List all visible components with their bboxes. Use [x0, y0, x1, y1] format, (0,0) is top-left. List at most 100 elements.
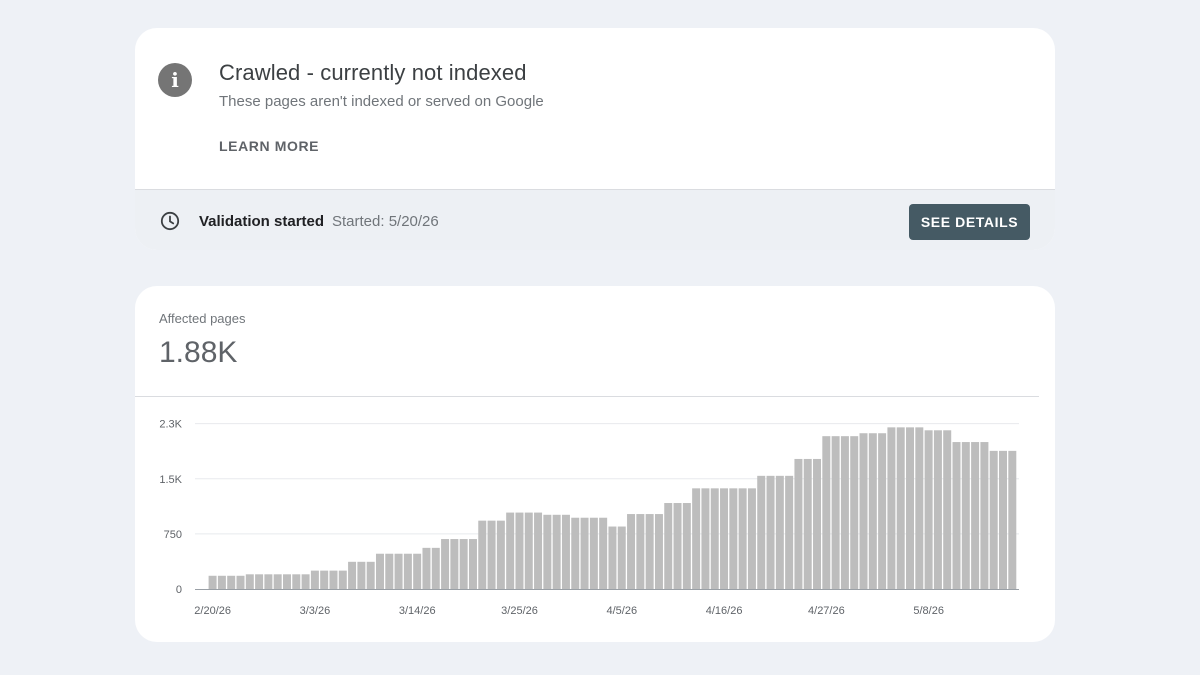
bar[interactable]	[431, 547, 440, 589]
bar[interactable]	[989, 450, 998, 589]
bar[interactable]	[813, 458, 822, 589]
x-tick-label: 3/25/26	[501, 605, 538, 617]
bar[interactable]	[608, 526, 617, 589]
bar[interactable]	[487, 520, 496, 589]
issue-card: i Crawled - currently not indexed These …	[135, 28, 1055, 250]
bar[interactable]	[757, 475, 766, 589]
bar[interactable]	[915, 427, 924, 589]
issue-title: Crawled - currently not indexed	[219, 60, 527, 85]
bar[interactable]	[710, 488, 719, 589]
bar[interactable]	[450, 539, 459, 589]
bar[interactable]	[496, 520, 505, 589]
bar[interactable]	[682, 503, 691, 589]
bar[interactable]	[840, 436, 849, 589]
see-details-button[interactable]: SEE DETAILS	[909, 204, 1030, 240]
bar[interactable]	[403, 553, 412, 589]
bar[interactable]	[394, 553, 403, 589]
bar[interactable]	[534, 512, 543, 589]
bar[interactable]	[1008, 450, 1017, 589]
bar[interactable]	[441, 539, 450, 589]
bar[interactable]	[561, 514, 570, 589]
bar[interactable]	[896, 427, 905, 589]
bar[interactable]	[775, 475, 784, 589]
x-tick-label: 3/3/26	[300, 605, 331, 617]
validation-start-date: Started: 5/20/26	[332, 213, 439, 230]
bar[interactable]	[878, 433, 887, 589]
bar[interactable]	[310, 570, 319, 589]
bar[interactable]	[868, 433, 877, 589]
bar[interactable]	[692, 488, 701, 589]
bar[interactable]	[366, 561, 375, 589]
x-tick-label: 4/16/26	[706, 605, 743, 617]
bar[interactable]	[580, 517, 589, 589]
bar[interactable]	[720, 488, 729, 589]
bar[interactable]	[933, 430, 942, 589]
bar[interactable]	[999, 450, 1008, 589]
bar[interactable]	[822, 436, 831, 589]
bar[interactable]	[524, 512, 533, 589]
bar[interactable]	[980, 442, 989, 589]
bar[interactable]	[273, 574, 282, 589]
bar[interactable]	[766, 475, 775, 589]
x-tick-label: 4/5/26	[607, 605, 638, 617]
bar[interactable]	[906, 427, 915, 589]
bar[interactable]	[747, 488, 756, 589]
bar[interactable]	[543, 514, 552, 589]
bar[interactable]	[348, 561, 357, 589]
bar[interactable]	[320, 570, 329, 589]
bar[interactable]	[859, 433, 868, 589]
bar[interactable]	[943, 430, 952, 589]
bar[interactable]	[654, 514, 663, 589]
bar[interactable]	[282, 574, 291, 589]
bar[interactable]	[236, 575, 245, 589]
bar[interactable]	[971, 442, 980, 589]
bar[interactable]	[589, 517, 598, 589]
learn-more-link[interactable]: LEARN MORE	[219, 138, 319, 154]
bar[interactable]	[794, 458, 803, 589]
bar[interactable]	[738, 488, 747, 589]
bar[interactable]	[627, 514, 636, 589]
bar[interactable]	[636, 514, 645, 589]
bar[interactable]	[357, 561, 366, 589]
y-tick-label: 750	[164, 529, 182, 541]
bar[interactable]	[292, 574, 301, 589]
bar[interactable]	[785, 475, 794, 589]
bar[interactable]	[961, 442, 970, 589]
y-tick-label: 0	[176, 584, 182, 596]
bar[interactable]	[831, 436, 840, 589]
bar[interactable]	[459, 539, 468, 589]
bar[interactable]	[329, 570, 338, 589]
bar[interactable]	[385, 553, 394, 589]
bar[interactable]	[227, 575, 236, 589]
bar[interactable]	[664, 503, 673, 589]
bar[interactable]	[729, 488, 738, 589]
bar[interactable]	[571, 517, 580, 589]
bar[interactable]	[701, 488, 710, 589]
bar[interactable]	[850, 436, 859, 589]
affected-pages-chart: 0 750 1.5K 2.3K 2/20/26 3/3/26 3/14/26 3/25/26 4…	[159, 419, 1019, 617]
bar[interactable]	[422, 547, 431, 589]
bar[interactable]	[645, 514, 654, 589]
bar[interactable]	[264, 574, 273, 589]
bar[interactable]	[924, 430, 933, 589]
bar[interactable]	[338, 570, 347, 589]
bar[interactable]	[673, 503, 682, 589]
bar[interactable]	[952, 442, 961, 589]
bar[interactable]	[803, 458, 812, 589]
bar[interactable]	[468, 539, 477, 589]
bar[interactable]	[217, 575, 226, 589]
bar[interactable]	[506, 512, 515, 589]
bar[interactable]	[599, 517, 608, 589]
bar[interactable]	[301, 574, 310, 589]
bar[interactable]	[245, 574, 254, 589]
bar[interactable]	[478, 520, 487, 589]
bar[interactable]	[887, 427, 896, 589]
x-tick-label: 4/27/26	[808, 605, 845, 617]
bar[interactable]	[375, 553, 384, 589]
bar[interactable]	[617, 526, 626, 589]
bar[interactable]	[413, 553, 422, 589]
bar[interactable]	[208, 575, 217, 589]
bar[interactable]	[255, 574, 264, 589]
bar[interactable]	[515, 512, 524, 589]
bar[interactable]	[552, 514, 561, 589]
